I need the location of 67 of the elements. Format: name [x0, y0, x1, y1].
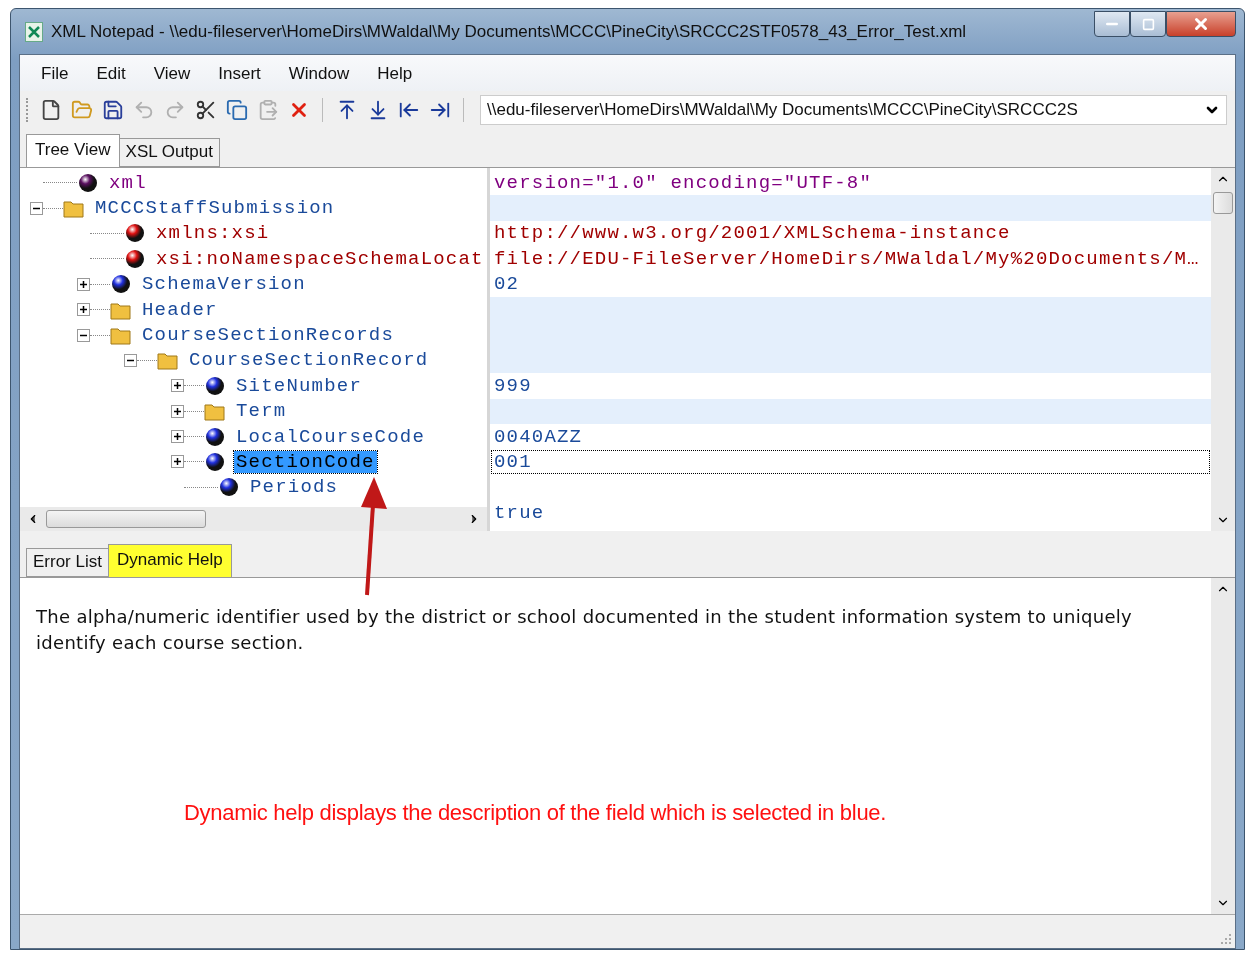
plus-icon [173, 457, 182, 467]
collapse-toggle[interactable] [77, 328, 90, 342]
menu-item[interactable]: View [142, 61, 202, 87]
menu-item[interactable]: Window [277, 61, 361, 87]
close-button[interactable] [1166, 11, 1236, 37]
view-tab[interactable]: XSL Output [118, 138, 220, 167]
horizontal-scrollbar[interactable] [20, 507, 487, 531]
tree-node[interactable]: SiteNumber [234, 374, 365, 397]
tree-node[interactable]: Header [140, 298, 220, 321]
menu-item[interactable]: Insert [207, 61, 272, 87]
copy-icon [225, 99, 248, 121]
ball-icon [110, 273, 132, 296]
minimize-button[interactable] [1094, 11, 1130, 37]
plus-icon [79, 279, 88, 289]
tree-node[interactable]: xsi:noNamespaceSchemaLocat [154, 247, 486, 270]
vertical-scrollbar[interactable] [1211, 578, 1235, 914]
annotation-text: Dynamic help displays the description of the field which is selected in blue. [184, 800, 888, 826]
plus-icon [173, 381, 182, 391]
ball-icon [204, 425, 226, 448]
plus-icon [173, 406, 182, 416]
tree-node[interactable]: xmlns:xsi [154, 222, 272, 245]
menu-item[interactable]: Edit [85, 61, 137, 87]
ball-icon [124, 247, 146, 270]
expand-toggle[interactable] [77, 277, 90, 291]
value-row[interactable]: 001 [490, 449, 1211, 475]
app-icon [25, 21, 43, 42]
vertical-scrollbar[interactable] [1211, 168, 1235, 531]
tree-node[interactable]: LocalCourseCode [234, 425, 428, 448]
path-combobox[interactable]: \\edu-fileserver\HomeDirs\MWaldal\My Documents\MCCC\PineCity\SRCCC2S [480, 95, 1227, 125]
ball-icon [218, 476, 240, 499]
expand-toggle[interactable] [171, 455, 184, 469]
resize-grip-icon[interactable] [1220, 933, 1232, 945]
close-icon [1192, 15, 1210, 33]
tree-node[interactable]: Term [234, 400, 289, 423]
expand-toggle[interactable] [171, 379, 184, 393]
expand-toggle[interactable] [171, 404, 184, 418]
scissors-icon [194, 99, 217, 121]
tree-node[interactable]: Periods [248, 476, 341, 499]
menu-item[interactable]: Help [366, 61, 424, 87]
help-description: The alpha/numeric identifier used by the district or school documented in the student information system to uniquely identify each course section. [36, 605, 1134, 655]
plus-icon [173, 432, 182, 442]
maximize-button[interactable] [1130, 11, 1166, 37]
scroll-thumb[interactable] [46, 510, 206, 528]
ball-icon [77, 171, 99, 194]
panel-tab[interactable]: Error List [26, 548, 109, 577]
tree-node[interactable]: xml [107, 171, 149, 194]
ball-icon [204, 374, 226, 397]
collapse-toggle[interactable] [124, 353, 137, 367]
plus-icon [79, 305, 88, 315]
window-title: XML Notepad - \\edu-fileserver\HomeDirs\MWaldal\My Documents\MCCC\PineCity\SRCCC2STF0578_43_Error_Test.xml [51, 21, 968, 42]
tree-node[interactable]: SectionCode [234, 451, 377, 473]
tree-node[interactable]: CourseSectionRecords [140, 324, 397, 347]
collapse-toggle[interactable] [30, 201, 43, 215]
maximize-icon [1141, 17, 1155, 31]
tree-node[interactable]: SchemaVersion [140, 273, 308, 296]
ball-icon [204, 451, 226, 473]
expand-toggle[interactable] [77, 303, 90, 317]
view-tab[interactable]: Tree View [26, 134, 120, 167]
panel-tab[interactable]: Dynamic Help [107, 544, 232, 577]
tree-node[interactable]: CourseSectionRecord [187, 349, 431, 372]
open-folder-icon [70, 99, 93, 121]
menu-item[interactable]: File [30, 61, 80, 87]
expand-toggle[interactable] [171, 430, 184, 444]
save-icon [101, 99, 124, 121]
scroll-thumb[interactable] [1213, 192, 1233, 214]
ball-icon [124, 222, 146, 245]
tree-node[interactable]: MCCCStaffSubmission [93, 197, 337, 220]
